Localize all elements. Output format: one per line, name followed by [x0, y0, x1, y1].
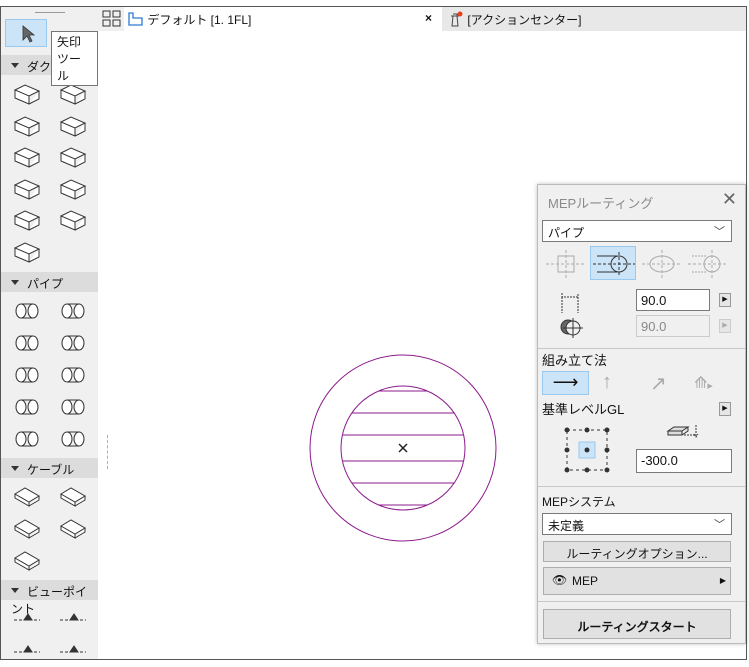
- anchor-point-grid[interactable]: [562, 425, 612, 475]
- layer-button[interactable]: 👁 MEP ▶: [543, 567, 731, 595]
- cable-tray-branch-icon[interactable]: [12, 516, 42, 542]
- duct-damper-icon[interactable]: [12, 239, 42, 265]
- chevron-down-icon: ﹀: [714, 226, 725, 238]
- caret-right-icon: ▶: [719, 576, 726, 585]
- duct-branch-icon[interactable]: [12, 144, 42, 170]
- reference-level-label: 基準レベルGL: [542, 402, 625, 417]
- shape-round-icon[interactable]: [590, 246, 636, 280]
- duct-tee-icon[interactable]: [12, 176, 42, 202]
- toolbox: 矢印ツール ダクト パイプ ケーブル ビューポイント: [1, 7, 98, 659]
- tab-bar: デフォルト [1. 1FL] × [アクションセンター]: [98, 7, 746, 31]
- floor-plan-icon: [128, 12, 143, 26]
- tooltip: 矢印ツール: [51, 31, 98, 86]
- custom-angle-button[interactable]: ⟰▶: [694, 373, 713, 393]
- width-menu-button[interactable]: ▶: [719, 293, 731, 307]
- elevation-marker-icon[interactable]: [12, 606, 42, 632]
- mep-routing-panel: MEPルーティング ✕ パイプ ﹀ 90.0 ▶ 90.0 ▶ 組み立て法 ⟶ ↑…: [537, 184, 746, 644]
- mep-system-label: MEPシステム: [542, 495, 616, 509]
- pipe-size-icon: [560, 293, 583, 338]
- pipe-takeoff-icon[interactable]: [58, 362, 88, 388]
- tab-label: [アクションセンター]: [467, 13, 582, 27]
- reference-menu-button[interactable]: ▶: [719, 402, 731, 416]
- arrow-tool-button[interactable]: [5, 19, 47, 47]
- height-menu-button: ▶: [719, 319, 731, 333]
- tab-label: デフォルト [1. 1FL]: [147, 13, 252, 27]
- panel-title: MEPルーティング: [548, 196, 654, 211]
- pipe-terminal-icon[interactable]: [12, 426, 42, 452]
- chevron-down-icon: ﹀: [714, 519, 725, 531]
- divider: [538, 486, 745, 487]
- height-field: 90.0: [636, 315, 710, 337]
- routing-options-button[interactable]: ルーティングオプション...: [543, 541, 731, 562]
- divider: [538, 348, 745, 349]
- shape-flex-icon[interactable]: [686, 247, 730, 281]
- offset-level-icon: [666, 425, 699, 438]
- tab-overview-icon[interactable]: [102, 10, 122, 28]
- detail-marker-icon[interactable]: [12, 638, 42, 664]
- duct-straight-icon[interactable]: [12, 81, 42, 107]
- cable-tray-straight-icon[interactable]: [12, 484, 42, 510]
- pipe-flex-icon[interactable]: [12, 330, 42, 356]
- offset-field[interactable]: -300.0: [636, 449, 732, 473]
- type-select[interactable]: パイプ ﹀: [542, 220, 732, 242]
- routing-start-button[interactable]: ルーティングスタート: [543, 609, 731, 639]
- assembly-label: 組み立て法: [542, 353, 608, 368]
- cable-tray-elbow-icon[interactable]: [58, 484, 88, 510]
- shape-oval-icon[interactable]: [640, 247, 684, 281]
- tab-action-center[interactable]: [アクションセンター]: [442, 7, 746, 31]
- system-select[interactable]: 未定義 ﹀: [542, 513, 732, 535]
- duct-equipment-icon[interactable]: [58, 207, 88, 233]
- system-select-value: 未定義: [548, 519, 585, 533]
- lighthouse-icon: [451, 11, 463, 27]
- toolbox-section-header[interactable]: ケーブル: [1, 458, 98, 478]
- pipe-branch-icon[interactable]: [12, 362, 42, 388]
- type-select-value: パイプ: [548, 226, 585, 240]
- pipe-straight-icon[interactable]: [12, 298, 42, 324]
- pipe-transition-icon[interactable]: [58, 330, 88, 356]
- duct-transition-icon[interactable]: [58, 113, 88, 139]
- toolbox-grip[interactable]: [35, 12, 65, 13]
- duct-terminal-icon[interactable]: [12, 207, 42, 233]
- toolbox-section-header[interactable]: ビューポイント: [1, 580, 98, 616]
- section-marker-icon[interactable]: [58, 606, 88, 632]
- diagonal-arrow-button[interactable]: ↗: [650, 371, 667, 396]
- vertical-arrow-button[interactable]: ↑: [602, 371, 612, 394]
- duct-takeoff-icon[interactable]: [58, 144, 88, 170]
- horizontal-arrow-button[interactable]: ⟶: [542, 371, 589, 395]
- layer-label: MEP: [572, 574, 599, 588]
- tab-default-floor[interactable]: デフォルト [1. 1FL] ×: [124, 7, 442, 31]
- pipe-equipment-icon[interactable]: [58, 426, 88, 452]
- shape-rect-icon[interactable]: [544, 247, 588, 281]
- tab-close-icon[interactable]: ×: [425, 11, 432, 25]
- close-icon[interactable]: ✕: [722, 189, 737, 210]
- duct-cross-icon[interactable]: [58, 176, 88, 202]
- toolbox-section-header[interactable]: パイプ: [1, 272, 98, 292]
- pipe-valve-icon[interactable]: [58, 394, 88, 420]
- pipe-elbow-icon[interactable]: [58, 298, 88, 324]
- duct-elbow-icon[interactable]: [12, 113, 42, 139]
- eye-icon: 👁: [552, 573, 568, 587]
- width-field[interactable]: 90.0: [636, 289, 710, 311]
- divider: [538, 601, 745, 602]
- worksheet-marker-icon[interactable]: [58, 638, 88, 664]
- pipe-tee-icon[interactable]: [12, 394, 42, 420]
- cable-tray-cross-icon[interactable]: [12, 548, 42, 574]
- center-mark-icon: [398, 443, 408, 453]
- cable-tray-tee-icon[interactable]: [58, 516, 88, 542]
- cursor-arrow-icon: [22, 25, 36, 43]
